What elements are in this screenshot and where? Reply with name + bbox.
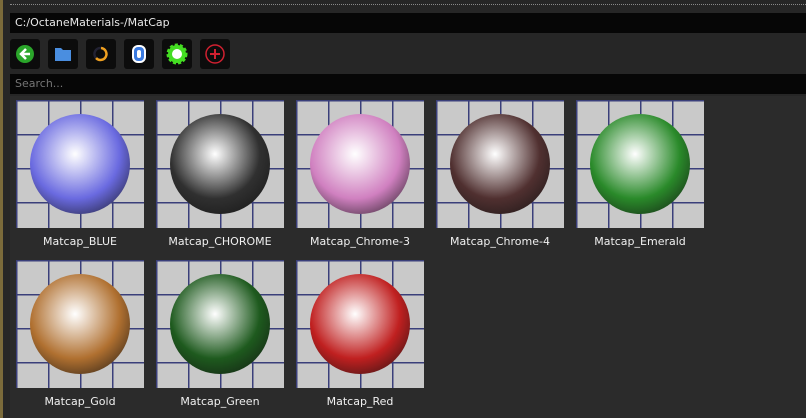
matcap-sphere	[310, 274, 410, 374]
matcap-sphere	[310, 114, 410, 214]
folder-icon	[55, 48, 71, 61]
matcap-sphere	[590, 114, 690, 214]
drag-handle[interactable]	[10, 4, 806, 6]
material-tile[interactable]: Matcap_Emerald	[576, 100, 704, 248]
back-button[interactable]	[10, 39, 40, 69]
matcap-sphere	[30, 114, 130, 214]
material-label: Matcap_Chrome-3	[310, 235, 410, 248]
folder-button[interactable]	[48, 39, 78, 69]
material-thumbnail	[16, 260, 144, 388]
material-tile[interactable]: Matcap_CHOROME	[156, 100, 284, 248]
panel-border	[0, 0, 3, 418]
path-bar[interactable]: C:/OctaneMaterials-/MatCap	[10, 13, 806, 33]
material-label: Matcap_Gold	[44, 395, 116, 408]
material-label: Matcap_BLUE	[43, 235, 117, 248]
matcap-sphere	[450, 114, 550, 214]
material-label: Matcap_Emerald	[594, 235, 686, 248]
add-icon	[205, 44, 225, 64]
search-input[interactable]	[10, 74, 806, 94]
refresh-button[interactable]	[86, 39, 116, 69]
add-button[interactable]	[200, 39, 230, 69]
material-tile[interactable]: Matcap_Gold	[16, 260, 144, 408]
matcap-sphere	[170, 274, 270, 374]
material-label: Matcap_CHOROME	[168, 235, 272, 248]
material-thumbnail	[296, 100, 424, 228]
matcap-sphere	[30, 274, 130, 374]
material-thumbnail	[436, 100, 564, 228]
zero-button[interactable]	[124, 39, 154, 69]
light-button[interactable]	[162, 39, 192, 69]
material-label: Matcap_Green	[180, 395, 260, 408]
material-thumbnail	[156, 100, 284, 228]
material-tile[interactable]: Matcap_Green	[156, 260, 284, 408]
material-grid: Matcap_BLUE Matcap_CHOROME Matcap_Chrome-3…	[10, 96, 806, 418]
material-tile[interactable]: Matcap_BLUE	[16, 100, 144, 248]
material-thumbnail	[576, 100, 704, 228]
material-label: Matcap_Red	[326, 395, 394, 408]
material-thumbnail	[16, 100, 144, 228]
back-icon	[16, 45, 34, 63]
zero-icon	[132, 45, 146, 63]
material-tile[interactable]: Matcap_Chrome-3	[296, 100, 424, 248]
sun-icon	[166, 43, 188, 65]
matcap-sphere	[170, 114, 270, 214]
material-thumbnail	[156, 260, 284, 388]
refresh-icon	[93, 46, 108, 62]
material-tile[interactable]: Matcap_Red	[296, 260, 424, 408]
material-label: Matcap_Chrome-4	[450, 235, 550, 248]
material-thumbnail	[296, 260, 424, 388]
material-tile[interactable]: Matcap_Chrome-4	[436, 100, 564, 248]
